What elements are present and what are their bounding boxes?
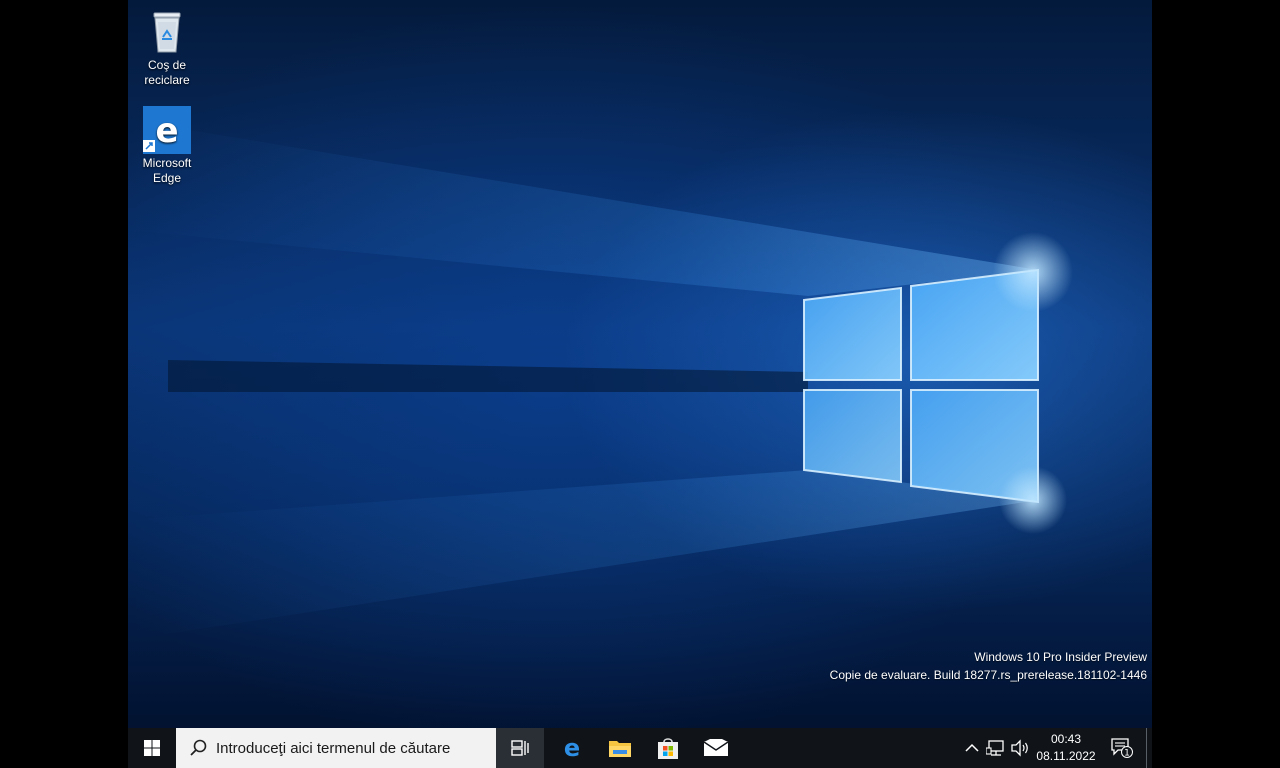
- taskbar-pinned-file-explorer[interactable]: [596, 728, 644, 768]
- windows-logo-icon: [144, 740, 160, 756]
- svg-text:e: e: [155, 111, 178, 151]
- search-placeholder: Introduceţi aici termenul de căutare: [216, 739, 451, 757]
- desktop-icon-recycle-bin[interactable]: Coş de reciclare: [128, 8, 206, 88]
- task-view-button[interactable]: [496, 728, 544, 768]
- start-button[interactable]: [128, 728, 176, 768]
- store-icon: [658, 738, 678, 759]
- search-box[interactable]: Introduceţi aici termenul de căutare: [176, 728, 496, 768]
- folder-icon: [609, 741, 631, 757]
- tray-show-hidden-icons[interactable]: [962, 738, 982, 758]
- desktop-icon-label-line2: reciclare: [144, 73, 190, 87]
- evaluation-watermark: Windows 10 Pro Insider Preview Copie de …: [830, 648, 1147, 684]
- edge-icon: e: [564, 736, 580, 760]
- search-icon: [190, 739, 207, 756]
- mail-icon: [703, 739, 729, 756]
- network-icon: [986, 740, 1004, 756]
- screen: Coş de reciclare e Microsoft Edge Window…: [128, 0, 1152, 768]
- windows-10-wallpaper: [128, 120, 1073, 640]
- tray-network[interactable]: [986, 738, 1006, 758]
- desktop-icon-label-line2: Edge: [152, 171, 182, 185]
- volume-icon: [1011, 739, 1028, 757]
- desktop-icon-label-line1: Coş de: [147, 58, 187, 72]
- desktop-background[interactable]: Coş de reciclare e Microsoft Edge Window…: [128, 0, 1152, 728]
- svg-text:e: e: [564, 736, 580, 760]
- watermark-line1: Windows 10 Pro Insider Preview: [974, 650, 1147, 664]
- task-view-icon: [511, 740, 529, 756]
- tray-clock[interactable]: 00:43 08.11.2022: [1028, 728, 1104, 768]
- notification-count-badge: 1: [1124, 749, 1130, 759]
- desktop-icon-microsoft-edge[interactable]: e Microsoft Edge: [128, 106, 206, 186]
- action-center-button[interactable]: 1: [1110, 738, 1134, 759]
- notification-icon: 1: [1111, 738, 1133, 759]
- taskbar-pinned-mail[interactable]: [692, 728, 740, 768]
- clock-time: 00:43: [1050, 732, 1082, 746]
- taskbar-pinned-edge[interactable]: e: [548, 728, 596, 768]
- taskbar: Introduceţi aici termenul de căutare e 0…: [128, 728, 1152, 768]
- edge-icon: e: [143, 106, 191, 154]
- recycle-bin-icon: [143, 8, 191, 56]
- watermark-line2: Copie de evaluare. Build 18277.rs_prerel…: [829, 668, 1147, 682]
- chevron-up-icon: [965, 743, 979, 752]
- taskbar-pinned-store[interactable]: [644, 728, 692, 768]
- clock-date: 08.11.2022: [1036, 749, 1096, 763]
- desktop-icon-label-line1: Microsoft: [142, 156, 192, 170]
- show-desktop-button[interactable]: [1146, 728, 1152, 768]
- tray-volume[interactable]: [1010, 738, 1030, 758]
